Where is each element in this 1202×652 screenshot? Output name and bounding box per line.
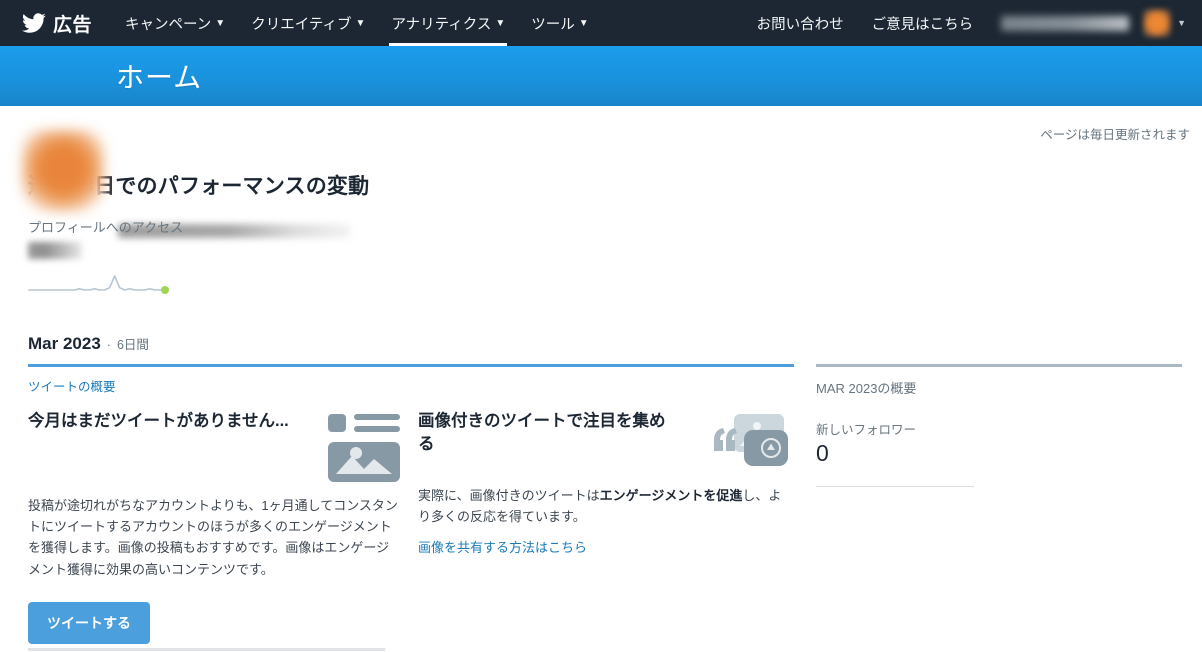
- user-avatar-icon: [1143, 9, 1172, 37]
- image-media-icon: [712, 410, 792, 479]
- card-no-tweets-title: 今月はまだツイートがありません...: [28, 412, 289, 430]
- account-menu[interactable]: ▼: [1143, 9, 1186, 37]
- profile-avatar-icon: [22, 130, 104, 212]
- top-navigation-bar: 広告 キャンペーン ▼ クリエイティブ ▼ アナリティクス ▼ ツール ▼ お問…: [0, 0, 1202, 46]
- nav-item-creatives-label: クリエイティブ: [251, 16, 352, 33]
- tweet-summary-link[interactable]: ツイートの概要: [28, 376, 116, 395]
- nav-item-campaigns[interactable]: キャンペーン ▼: [112, 0, 238, 46]
- tweet-summary-column: ツイートの概要 今月はまだツイートがありません... 投稿が途切れがちなアカウン…: [14, 364, 794, 644]
- nav-item-analytics[interactable]: アナリティクス ▼: [378, 0, 518, 46]
- profile-visits-value-redacted: [28, 242, 82, 259]
- chevron-down-icon: ▼: [355, 18, 366, 29]
- page-title: ホーム: [116, 62, 203, 93]
- card-no-tweets: 今月はまだツイートがありません... 投稿が途切れがちなアカウントよりも、1ヶ月…: [28, 410, 418, 644]
- period-header: Mar 2023 · 6日間: [28, 334, 1188, 354]
- twitter-bird-icon: [22, 11, 46, 35]
- nav-item-tools-label: ツール: [531, 16, 575, 33]
- share-image-howto-link[interactable]: 画像を共有する方法はこちら: [418, 537, 587, 556]
- update-note: ページは毎日更新されます: [1040, 128, 1190, 142]
- tweet-button[interactable]: ツイートする: [28, 601, 150, 644]
- monthly-summary-column: MAR 2023の概要 新しいフォロワー 0: [794, 364, 1188, 488]
- bottom-divider: [28, 648, 385, 651]
- nav-item-creatives[interactable]: クリエイティブ ▼: [238, 0, 378, 46]
- summary-header: MAR 2023の概要: [816, 381, 917, 396]
- nav-right-group: お問い合わせ ご意見はこちら ▼: [743, 9, 1186, 37]
- period-days: 6日間: [116, 338, 149, 352]
- nav-link-feedback[interactable]: ご意見はこちら: [858, 13, 988, 34]
- main-content: 過去28日でのパフォーマンスの変動 プロフィールへのアクセス Mar 2023 …: [0, 170, 1202, 644]
- card-no-tweets-body: 投稿が途切れがちなアカウントよりも、1ヶ月通してコンスタントにツイートするアカウ…: [28, 498, 398, 577]
- chevron-down-icon: ▼: [1177, 18, 1186, 28]
- brand-logo[interactable]: 広告: [22, 10, 92, 37]
- nav-item-analytics-label: アナリティクス: [391, 16, 492, 33]
- profile-visits-sparkline: [26, 273, 1188, 300]
- period-separator: ·: [106, 338, 111, 352]
- chevron-down-icon: ▼: [215, 18, 226, 29]
- profile-visits-label: プロフィールへのアクセス: [28, 220, 184, 235]
- period-month: Mar 2023: [28, 334, 101, 353]
- card-image-tweets-body: 実際に、画像付きのツイートはエンゲージメントを促進し、より多くの反応を得ています…: [418, 485, 792, 527]
- stat-new-followers-label: 新しいフォロワー: [816, 423, 917, 437]
- card-image-tweets: 画像付きのツイートで注目を集める 実際に、画像付きのツイートはエンゲージメントを…: [418, 410, 808, 644]
- performance-title: 過去28日でのパフォーマンスの変動: [28, 175, 370, 198]
- nav-item-campaigns-label: キャンペーン: [125, 16, 212, 33]
- section-divider-grey: [816, 364, 1182, 367]
- card-image-tweets-title: 画像付きのツイートで注目を集める: [418, 412, 666, 454]
- nav-link-contact[interactable]: お問い合わせ: [743, 13, 858, 34]
- card-image-tweets-head: 画像付きのツイートで注目を集める: [418, 410, 792, 479]
- account-name-redacted: [1001, 15, 1130, 31]
- page-banner: ホーム: [0, 46, 1202, 106]
- tweet-composer-icon: [326, 410, 402, 489]
- promo-cards: 今月はまだツイートがありません... 投稿が途切れがちなアカウントよりも、1ヶ月…: [28, 410, 794, 644]
- stat-new-followers: 新しいフォロワー 0: [816, 419, 1182, 466]
- card-image-tweets-body-bold: エンゲージメントを促進: [599, 488, 743, 503]
- nav-items: キャンペーン ▼ クリエイティブ ▼ アナリティクス ▼ ツール ▼: [112, 0, 602, 46]
- card-image-tweets-body-prefix: 実際に、画像付きのツイートは: [418, 488, 600, 503]
- profile-visits-metric: プロフィールへのアクセス: [28, 217, 1188, 259]
- card-no-tweets-head: 今月はまだツイートがありません...: [28, 410, 402, 489]
- section-divider-blue: [28, 364, 794, 367]
- brand-label: 広告: [53, 14, 93, 36]
- nav-item-tools[interactable]: ツール ▼: [518, 0, 601, 46]
- stat-divider: [816, 486, 974, 488]
- stat-new-followers-value: 0: [816, 440, 829, 466]
- chevron-down-icon: ▼: [578, 18, 589, 29]
- chevron-down-icon: ▼: [495, 18, 506, 29]
- profile-subbar: ページは毎日更新されます: [0, 106, 1202, 238]
- columns: ツイートの概要 今月はまだツイートがありません... 投稿が途切れがちなアカウン…: [14, 364, 1188, 644]
